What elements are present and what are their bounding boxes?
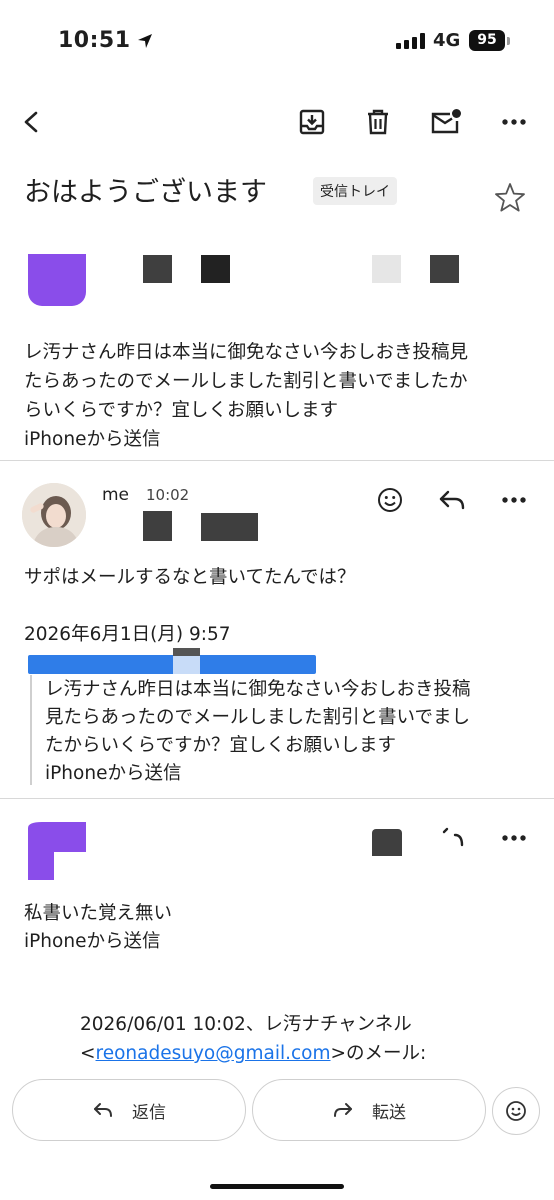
reply-icon — [94, 1103, 112, 1117]
redaction-block — [430, 255, 459, 283]
more-icon — [502, 119, 526, 125]
redaction-block — [201, 255, 230, 283]
redaction-block — [173, 648, 200, 656]
cellular-signal-icon — [396, 33, 425, 49]
redaction-highlight — [28, 655, 316, 674]
quote-bar — [30, 675, 32, 785]
home-indicator — [210, 1184, 344, 1189]
signature-line: iPhoneから送信 — [24, 931, 161, 952]
back-icon — [24, 111, 38, 133]
quoted-text: レ汚ナさん昨日は本当に御免なさい今おしおき投稿 見たらあったのでメールしました割… — [45, 676, 540, 788]
quote-header: 2026/06/01 10:02、レ汚ナチャンネル <reonadesuyo@g… — [80, 1010, 426, 1068]
status-time: 10:51 — [58, 28, 153, 53]
redaction-block — [143, 511, 172, 541]
message-more-button[interactable] — [492, 478, 536, 522]
partial-reply-icon[interactable] — [441, 826, 465, 850]
message-body: サポはメールするなと書いてたんでは？ — [24, 567, 356, 588]
signature-line: iPhoneから送信 — [24, 429, 161, 450]
inbox-label-badge[interactable]: 受信トレイ — [313, 177, 397, 205]
quote-suffix: >のメール: — [330, 1043, 427, 1064]
sender-avatar[interactable] — [28, 254, 86, 306]
emoji-reaction-button[interactable] — [492, 1087, 540, 1135]
star-icon — [495, 183, 525, 212]
my-avatar[interactable] — [22, 483, 86, 547]
emoji-icon — [378, 488, 402, 512]
message-body: レ汚ナさん昨日は本当に御免なさい今おしおき投稿見 たらあったのでメールしました割… — [24, 338, 534, 454]
forward-icon — [334, 1103, 352, 1117]
status-bar: 10:51 4G 95 — [0, 0, 554, 90]
redaction-block — [143, 255, 172, 283]
quote-line: たからいくらですか？宜しくお願いします — [45, 735, 396, 756]
forward-action-button[interactable]: 転送 — [252, 1079, 486, 1141]
body-line: レ汚ナさん昨日は本当に御免なさい今おしおき投稿見 — [24, 342, 469, 363]
body-line: たらあったのでメールしました割引と書いでましたか — [24, 371, 468, 392]
clock: 10:51 — [58, 28, 131, 53]
archive-icon — [299, 109, 325, 135]
reply-action-button[interactable]: 返信 — [12, 1079, 246, 1141]
message-time: 10:02 — [146, 486, 190, 504]
reply-icon — [439, 490, 465, 510]
redaction-block — [372, 829, 402, 856]
quote-line: iPhoneから送信 — [45, 763, 182, 784]
body-line: らいくらですか？宜しくお願いします — [24, 400, 338, 421]
more-icon — [502, 835, 526, 841]
star-button[interactable] — [494, 182, 526, 216]
battery-cap — [507, 37, 510, 45]
sender-avatar[interactable] — [28, 822, 86, 880]
sender-name: me — [102, 485, 130, 505]
message-divider — [0, 460, 554, 461]
avatar-photo — [22, 483, 86, 547]
redaction-block — [372, 255, 401, 283]
battery-icon: 95 — [469, 30, 505, 51]
mark-unread-icon — [431, 109, 461, 134]
quote-header-email-line: <reonadesuyo@gmail.com>のメール: — [80, 1039, 426, 1068]
avatar-shape — [28, 822, 86, 880]
lt-bracket: < — [80, 1043, 96, 1064]
location-arrow-icon — [137, 33, 152, 48]
mark-unread-button[interactable] — [424, 100, 468, 144]
emoji-icon — [506, 1101, 526, 1121]
message-divider — [0, 798, 554, 799]
forward-label: 転送 — [372, 1102, 406, 1123]
quoted-date: 2026年6月1日(月) 9:57 — [24, 624, 231, 645]
message-more-button[interactable] — [492, 816, 536, 860]
quote-line: レ汚ナさん昨日は本当に御免なさい今おしおき投稿 — [45, 679, 471, 700]
network-type: 4G — [433, 30, 461, 51]
quote-line: 見たらあったのでメールしました割引と書いでまし — [45, 707, 470, 728]
reply-button[interactable] — [430, 478, 474, 522]
more-button[interactable] — [492, 100, 536, 144]
react-emoji-button[interactable] — [368, 478, 412, 522]
reply-label: 返信 — [132, 1102, 166, 1123]
archive-button[interactable] — [290, 100, 334, 144]
reply-icon — [442, 827, 464, 847]
quote-header-line: 2026/06/01 10:02、レ汚ナチャンネル — [80, 1014, 412, 1035]
redaction-block — [201, 513, 258, 541]
email-link[interactable]: reonadesuyo@gmail.com — [96, 1043, 331, 1064]
email-subject: おはようございます — [24, 177, 267, 208]
toolbar — [0, 100, 554, 148]
delete-icon — [368, 109, 388, 135]
delete-button[interactable] — [356, 100, 400, 144]
body-line: 私書いた覚え無い — [24, 903, 173, 924]
back-button[interactable] — [10, 100, 54, 144]
more-icon — [502, 497, 526, 503]
message-body: 私書いた覚え無い iPhoneから送信 — [24, 900, 172, 956]
